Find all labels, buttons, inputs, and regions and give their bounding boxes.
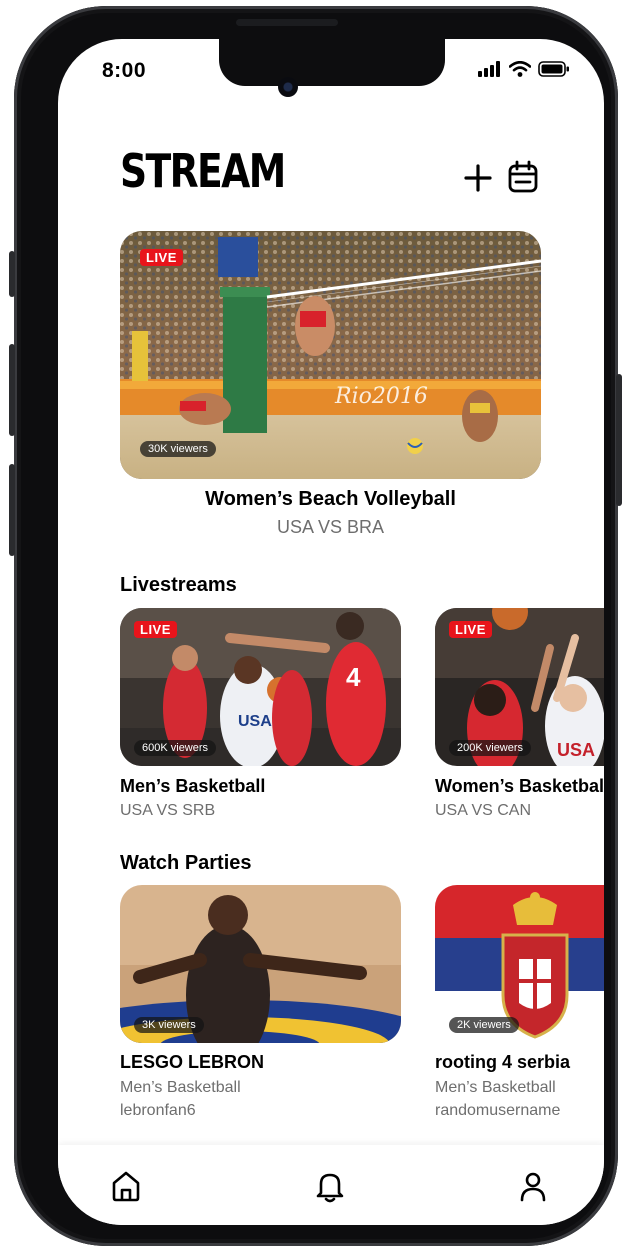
signal-icon <box>478 61 500 77</box>
livestream-subtitle: USA VS CAN <box>435 802 532 819</box>
watch-party-title[interactable]: rooting 4 serbia <box>435 1052 570 1073</box>
featured-stream-card[interactable]: Rio2016 LIVE 30K viewers <box>120 231 541 479</box>
mute-switch <box>9 251 15 297</box>
speaker-grille <box>236 19 338 26</box>
screen: 8:00 STREAM Rio2016 LIVE 30K viewers Wom… <box>58 39 604 1225</box>
phone-frame: 8:00 STREAM Rio2016 LIVE 30K viewers Wom… <box>9 6 622 1246</box>
volume-up-button <box>9 344 15 436</box>
wifi-icon <box>509 61 531 77</box>
watch-party-card-1[interactable]: 3K viewers <box>120 885 401 1043</box>
livestream-card-2[interactable]: USA LIVE 200K viewers <box>435 608 604 766</box>
home-icon[interactable] <box>109 1169 143 1203</box>
watch-party-sport: Men’s Basketball <box>435 1079 556 1096</box>
live-badge: LIVE <box>449 621 492 638</box>
viewer-count-badge: 2K viewers <box>449 1017 519 1033</box>
power-button <box>616 374 622 506</box>
viewer-count-badge: 200K viewers <box>449 740 532 756</box>
viewer-count-badge: 30K viewers <box>140 441 216 457</box>
watch-party-title[interactable]: LESGO LEBRON <box>120 1052 264 1073</box>
watch-party-card-2[interactable]: 2K viewers <box>435 885 604 1043</box>
featured-title[interactable]: Women’s Beach Volleyball <box>120 488 541 511</box>
featured-subtitle: USA VS BRA <box>276 517 385 537</box>
svg-text:USA: USA <box>557 740 595 760</box>
bell-icon[interactable] <box>313 1169 347 1203</box>
battery-icon <box>538 61 569 77</box>
add-button[interactable] <box>463 163 493 193</box>
watch-party-host: lebronfan6 <box>120 1102 196 1119</box>
svg-text:4: 4 <box>346 662 361 692</box>
live-badge: LIVE <box>134 621 177 638</box>
watch-party-host: randomusername <box>435 1102 561 1119</box>
profile-icon[interactable] <box>516 1169 550 1203</box>
status-time: 8:00 <box>102 59 147 82</box>
svg-text:USA: USA <box>238 713 272 730</box>
front-camera <box>278 77 298 97</box>
watch-parties-heading: Watch Parties <box>120 852 252 874</box>
viewer-count-badge: 3K viewers <box>134 1017 204 1033</box>
livestreams-heading: Livestreams <box>120 574 237 596</box>
livestream-title[interactable]: Women’s Basketball <box>435 776 604 797</box>
live-badge: LIVE <box>140 249 183 266</box>
livestream-card-1[interactable]: USA 4 LIVE 600K viewers <box>120 608 401 766</box>
status-icons <box>478 61 570 77</box>
volume-down-button <box>9 464 15 556</box>
livestream-subtitle: USA VS SRB <box>120 802 216 819</box>
watch-party-sport: Men’s Basketball <box>120 1079 241 1096</box>
tab-bar <box>58 1145 604 1225</box>
viewer-count-badge: 600K viewers <box>134 740 217 756</box>
notch <box>219 39 445 86</box>
svg-text:Rio2016: Rio2016 <box>334 384 428 409</box>
livestream-title[interactable]: Men’s Basketball <box>120 776 265 797</box>
calendar-icon[interactable] <box>507 160 539 194</box>
page-title: STREAM <box>120 144 286 198</box>
